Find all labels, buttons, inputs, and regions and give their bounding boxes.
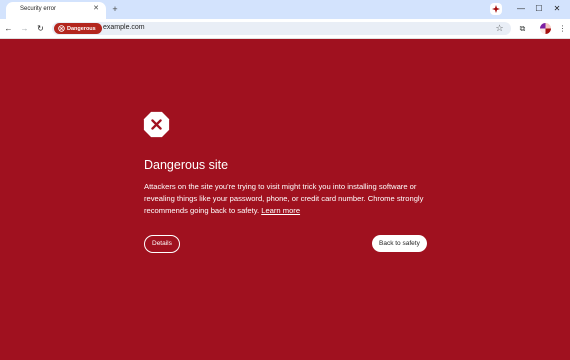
minimize-icon[interactable]: — [515, 3, 527, 15]
extension-sparkle-icon [492, 5, 500, 13]
tab-security-error[interactable]: Security error ✕ [6, 2, 106, 19]
danger-circle-icon [58, 25, 65, 32]
tab-title: Security error [20, 6, 57, 12]
warning-description: Attackers on the site you're trying to v… [144, 181, 434, 217]
security-status-chip[interactable]: Dangerous [54, 23, 102, 34]
new-tab-plus-icon[interactable]: + [110, 4, 120, 14]
reload-icon[interactable]: ↻ [35, 23, 46, 34]
extensions-puzzle-icon[interactable]: ⧉ [517, 23, 528, 34]
learn-more-link[interactable]: Learn more [261, 206, 300, 215]
warning-octagon-x-icon [143, 111, 170, 138]
tab-strip: Security error ✕ + — ☐ ✕ [0, 0, 570, 19]
browser-toolbar: ← → ↻ Dangerous example.com ☆ ⧉ ⋮ [0, 19, 570, 39]
security-status-label: Dangerous [67, 25, 96, 32]
back-arrow-icon[interactable]: ← [3, 23, 14, 34]
menu-kebab-icon[interactable]: ⋮ [557, 23, 568, 34]
window-close-icon[interactable]: ✕ [551, 3, 563, 15]
back-to-safety-button[interactable]: Back to safety [372, 235, 427, 252]
page-title: Dangerous site [144, 158, 229, 172]
extension-icon[interactable] [490, 3, 502, 15]
profile-avatar[interactable] [540, 23, 551, 34]
maximize-icon[interactable]: ☐ [533, 3, 545, 15]
forward-arrow-icon[interactable]: → [19, 23, 30, 34]
bookmark-star-icon[interactable]: ☆ [494, 23, 505, 34]
details-button[interactable]: Details [144, 235, 180, 253]
tab-close-icon[interactable]: ✕ [92, 5, 100, 13]
address-bar[interactable]: Dangerous example.com ☆ [52, 22, 511, 35]
url-text[interactable]: example.com [103, 24, 145, 31]
